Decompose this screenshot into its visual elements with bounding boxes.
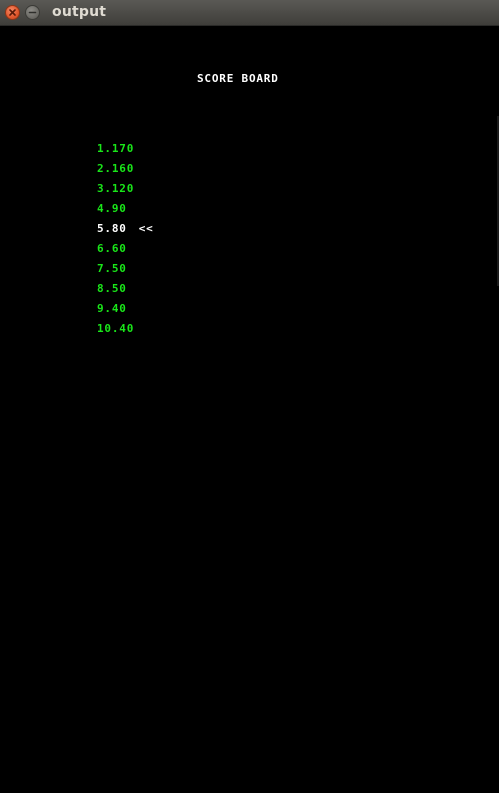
- score-row-3: 3.120: [97, 182, 154, 202]
- app-window: output SCORE BOARD 1.170 2.160 3.120 4.9…: [0, 0, 499, 793]
- score-row-4: 4.90: [97, 202, 154, 222]
- close-button[interactable]: [5, 5, 20, 20]
- score-row-7: 7.50: [97, 262, 154, 282]
- score-text: 7.50: [97, 262, 127, 275]
- game-canvas: SCORE BOARD 1.170 2.160 3.120 4.90 5.80 <…: [0, 26, 499, 793]
- score-text: 6.60: [97, 242, 127, 255]
- score-text: 1.170: [97, 142, 135, 155]
- score-row-6: 6.60: [97, 242, 154, 262]
- score-text: 8.50: [97, 282, 127, 295]
- score-text: 2.160: [97, 162, 135, 175]
- scoreboard-heading: SCORE BOARD: [197, 72, 279, 85]
- score-row-9: 9.40: [97, 302, 154, 322]
- score-text: 4.90: [97, 202, 127, 215]
- close-icon: [9, 9, 16, 16]
- score-text: 10.40: [97, 322, 135, 335]
- current-score-marker: <<: [138, 222, 154, 235]
- score-text: 3.120: [97, 182, 135, 195]
- score-row-8: 8.50: [97, 282, 154, 302]
- title-bar[interactable]: output: [0, 0, 499, 26]
- score-list: 1.170 2.160 3.120 4.90 5.80 << 6.60 7.50 …: [97, 142, 154, 342]
- score-row-1: 1.170: [97, 142, 154, 162]
- score-row-5-current: 5.80 <<: [97, 222, 154, 242]
- score-text: 9.40: [97, 302, 127, 315]
- window-title: output: [52, 4, 107, 20]
- score-row-2: 2.160: [97, 162, 154, 182]
- minimize-button[interactable]: [25, 5, 40, 20]
- score-text: 5.80: [97, 222, 127, 235]
- score-row-10: 10.40: [97, 322, 154, 342]
- minimize-icon: [28, 11, 37, 14]
